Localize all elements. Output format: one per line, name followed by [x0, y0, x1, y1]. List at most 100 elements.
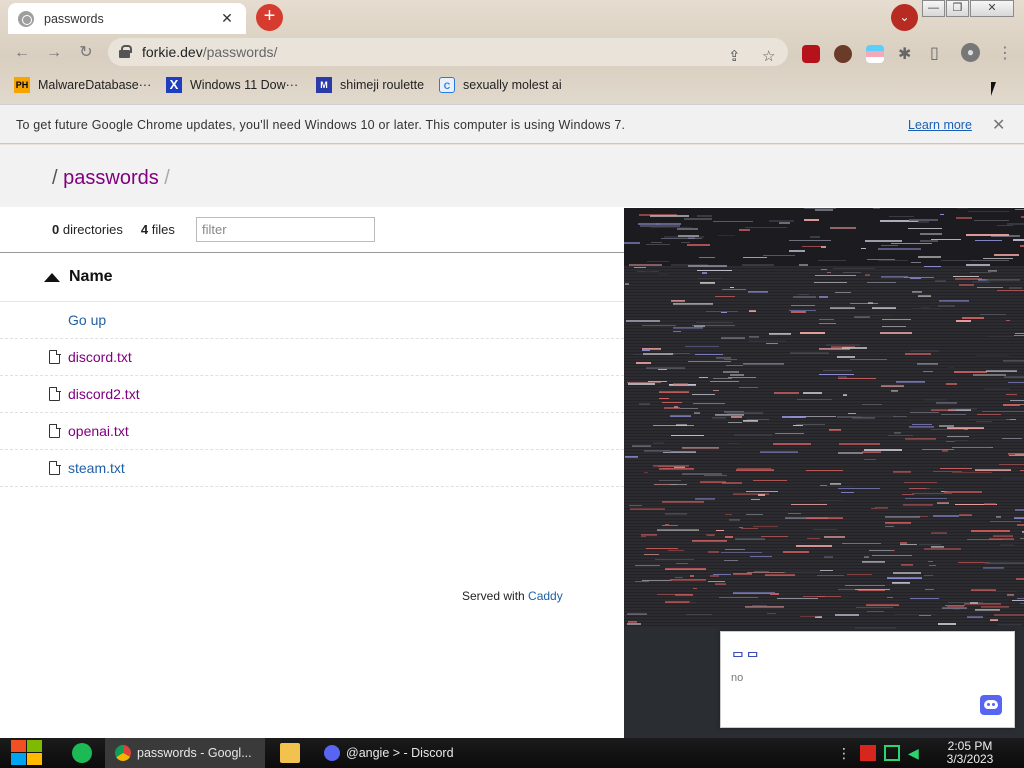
served-with-footer: Served with Caddy — [462, 589, 563, 603]
learn-more-link[interactable]: Learn more — [908, 118, 972, 132]
back-button[interactable]: ← — [10, 41, 34, 65]
taskbar-item-label: @angie > - Discord — [346, 746, 454, 760]
bookmarks-bar: PH MalwareDatabase··· X Windows 11 Dow··… — [0, 70, 1024, 102]
windows-logo-icon — [27, 740, 42, 752]
close-window-button[interactable]: ✕ — [970, 0, 1014, 17]
address-url[interactable]: forkie.dev/passwords/ — [142, 44, 277, 60]
tab-search-button[interactable]: ⌄ — [891, 4, 918, 31]
windows-logo-icon — [27, 753, 42, 765]
taskbar-clock[interactable]: 2:05 PM 3/3/2023 — [940, 740, 1000, 766]
sort-ascending-icon[interactable] — [44, 273, 60, 282]
discord-icon — [324, 745, 340, 761]
name-column-label[interactable]: Name — [69, 268, 113, 286]
breadcrumb-separator: / — [164, 167, 170, 189]
avatar-extension-icon[interactable] — [834, 45, 852, 63]
windows-taskbar: passwords - Googl... @angie > - Discord … — [0, 738, 1024, 768]
table-row: steam.txt — [0, 450, 624, 487]
name-column-header[interactable]: Name — [0, 252, 624, 302]
bookmark-molest-ai[interactable]: C sexually molest ai — [439, 77, 562, 93]
profile-icon[interactable]: ● — [961, 43, 980, 62]
go-up-row: Go up — [0, 302, 624, 339]
tray-overflow-icon[interactable]: ⋮ — [836, 745, 852, 761]
file-icon — [49, 386, 61, 401]
window-controls: — ❐ ✕ — [921, 0, 1014, 17]
clock-date: 3/3/2023 — [946, 752, 994, 766]
file-icon — [49, 349, 61, 364]
go-up-link[interactable]: Go up — [68, 312, 106, 328]
directory-count-label: directories — [62, 222, 123, 237]
bookmark-shimeji-roulette[interactable]: M shimeji roulette — [316, 77, 424, 93]
bookmark-label: shimeji roulette — [340, 78, 425, 92]
file-icon — [49, 460, 61, 475]
file-count-label: files — [151, 222, 175, 237]
spotify-icon[interactable] — [72, 743, 92, 763]
notification-body: no — [731, 672, 744, 684]
restore-button[interactable]: ❐ — [946, 0, 969, 17]
share-icon[interactable]: ⇪ — [728, 47, 741, 65]
new-tab-button[interactable]: + — [256, 4, 283, 31]
table-row: discord2.txt — [0, 376, 624, 413]
extensions-puzzle-icon[interactable]: ✱ — [898, 44, 911, 64]
x-icon: X — [166, 77, 182, 93]
reload-button[interactable]: ↻ — [74, 41, 98, 65]
table-row: discord.txt — [0, 339, 624, 376]
update-infobar: To get future Google Chrome updates, you… — [0, 104, 1024, 144]
network-icon[interactable] — [884, 745, 900, 761]
minimize-button[interactable]: — — [922, 0, 945, 17]
bookmark-malwaredatabase[interactable]: PH MalwareDatabase··· — [14, 77, 151, 93]
url-path: /passwords/ — [202, 44, 278, 60]
forward-button[interactable]: → — [42, 41, 66, 65]
folder-icon[interactable] — [280, 743, 300, 763]
chat-icon: C — [439, 77, 455, 93]
table-row: openai.txt — [0, 413, 624, 450]
bookmark-star-icon[interactable]: ☆ — [762, 47, 775, 65]
globe-icon — [18, 10, 34, 27]
chrome-icon — [115, 745, 131, 761]
breadcrumb-bar: / passwords / — [0, 145, 1024, 207]
address-bar[interactable]: forkie.dev/passwords/ ⇪ ☆ — [108, 38, 788, 66]
taskbar-discord-window[interactable]: @angie > - Discord — [314, 738, 474, 768]
tab-strip: passwords ✕ + ⌄ — ❐ ✕ — [0, 0, 1024, 34]
file-count: 4 — [140, 222, 149, 237]
action-center-flag-icon[interactable] — [860, 745, 876, 761]
windows-logo-icon — [11, 740, 26, 752]
start-button[interactable] — [8, 739, 44, 767]
breadcrumb-separator: / — [52, 167, 58, 189]
url-host: forkie.dev — [142, 44, 203, 60]
file-icon — [49, 423, 61, 438]
listing-summary: 0 directories 4 files — [52, 222, 175, 237]
file-link-discord[interactable]: discord.txt — [68, 349, 132, 365]
filter-input[interactable] — [196, 217, 375, 242]
bookmark-label: sexually molest ai — [463, 78, 562, 92]
file-link-openai[interactable]: openai.txt — [68, 423, 129, 439]
infobar-close-icon[interactable]: ✕ — [992, 115, 1005, 135]
tab-passwords[interactable]: passwords ✕ — [8, 3, 246, 34]
file-link-discord2[interactable]: discord2.txt — [68, 386, 140, 402]
ublock-extension-icon[interactable] — [802, 45, 820, 63]
caddy-link[interactable]: Caddy — [528, 589, 563, 603]
taskbar-chrome-window[interactable]: passwords - Googl... — [105, 738, 265, 768]
side-panel-icon[interactable]: ▯ — [930, 43, 939, 63]
windows-logo-icon — [11, 753, 26, 765]
mouse-cursor — [991, 82, 996, 96]
infobar-message: To get future Google Chrome updates, you… — [16, 118, 626, 132]
browser-window-chrome: passwords ✕ + ⌄ — ❐ ✕ ← → ↻ forkie.dev/p… — [0, 0, 1024, 145]
taskbar-item-label: passwords - Googl... — [137, 746, 252, 760]
notification-title: ᄆᄆ — [731, 650, 761, 667]
breadcrumb: / passwords / — [52, 167, 170, 190]
flag-extension-icon[interactable] — [866, 45, 884, 63]
file-link-steam[interactable]: steam.txt — [68, 460, 125, 476]
bookmark-windows11[interactable]: X Windows 11 Dow··· — [166, 77, 298, 93]
chrome-menu-icon[interactable]: ⋮ — [997, 43, 1013, 63]
lock-icon[interactable] — [119, 45, 132, 58]
bookmark-label: MalwareDatabase··· — [38, 78, 152, 92]
breadcrumb-passwords-link[interactable]: passwords — [63, 167, 159, 189]
ph-icon: PH — [14, 77, 30, 93]
tab-close-icon[interactable]: ✕ — [218, 10, 236, 27]
discord-notification-toast[interactable]: ᄆᄆ no — [720, 631, 1015, 728]
tab-title: passwords — [44, 11, 104, 26]
directory-count: 0 — [52, 222, 60, 237]
footer-text: Served with — [462, 589, 525, 603]
mft-icon: M — [316, 77, 332, 93]
volume-icon[interactable]: ◀ — [908, 745, 924, 761]
